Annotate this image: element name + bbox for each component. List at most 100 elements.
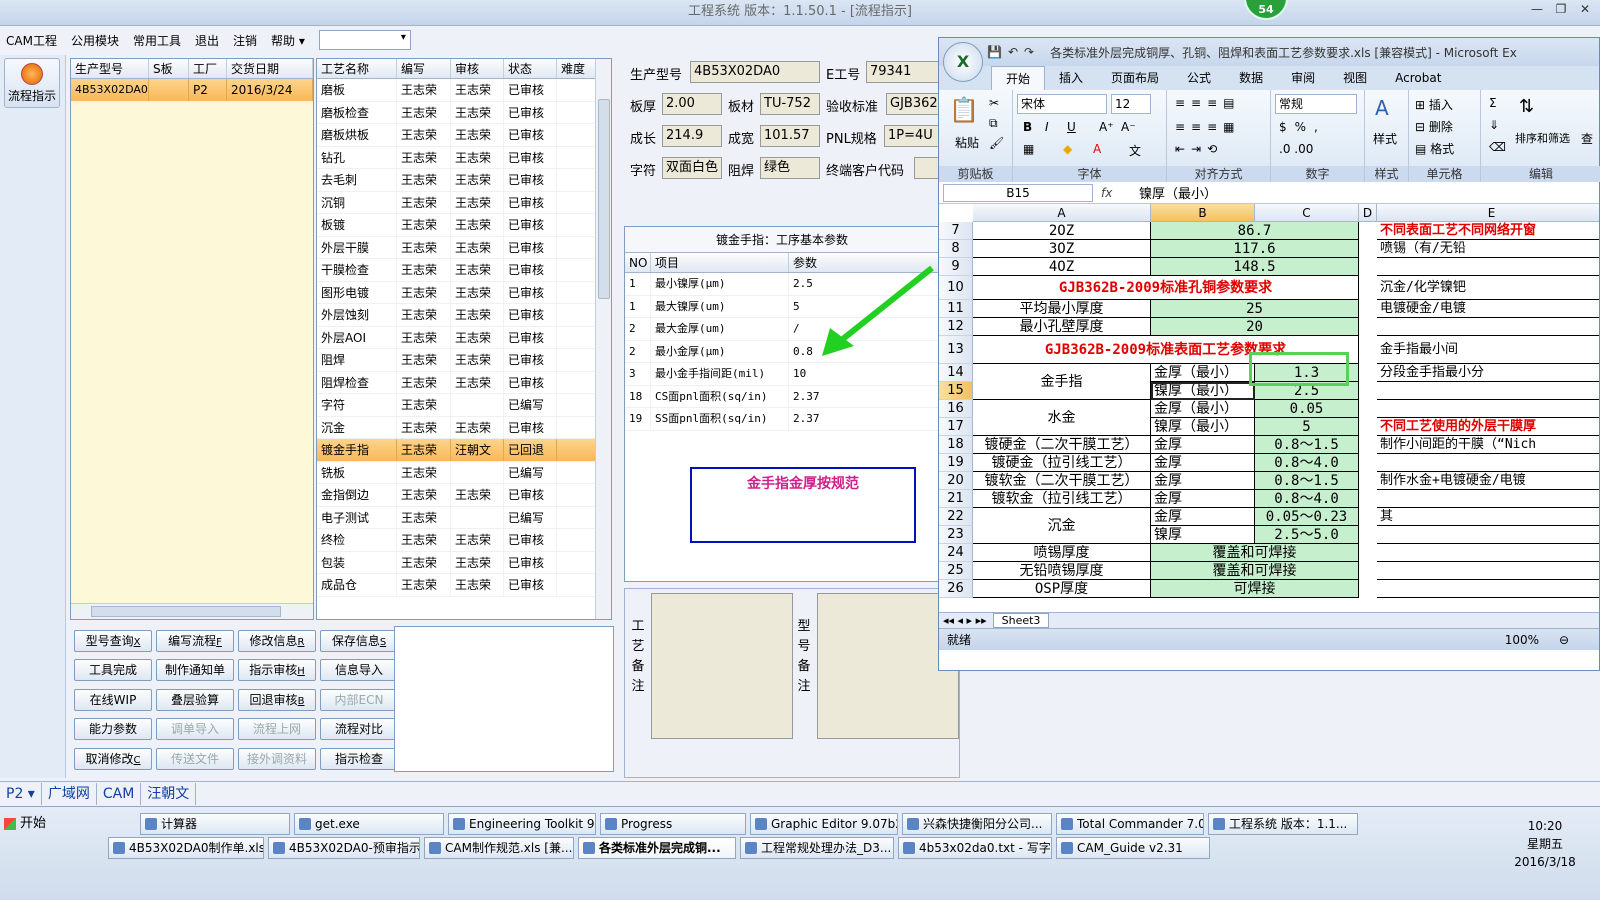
cell[interactable]: 镀软金（拉引线工艺） — [973, 490, 1151, 508]
cell[interactable] — [1377, 318, 1599, 336]
row-header[interactable]: 16 — [939, 400, 973, 418]
taskbar-item[interactable]: get.exe — [294, 813, 444, 835]
cell[interactable] — [1377, 382, 1599, 400]
align-icons-2[interactable]: ≡≡≡▦ — [1175, 120, 1241, 134]
table-row[interactable]: 磨板 王志荣 王志荣 已审核 — [317, 79, 611, 102]
start-button[interactable]: 开始 — [2, 813, 52, 835]
cell[interactable]: 镀软金（二次干膜工艺） — [973, 472, 1151, 490]
table-row[interactable]: 外层蚀刻 王志荣 王志荣 已审核 — [317, 304, 611, 327]
action-button[interactable]: 回退审核B — [238, 688, 316, 711]
table-row[interactable]: 成品仓 王志荣 王志荣 已审核 — [317, 574, 611, 597]
number-icons[interactable]: $%, — [1279, 120, 1326, 134]
insert-button[interactable]: ⊞ 插入 — [1415, 96, 1453, 113]
cell[interactable] — [1377, 544, 1599, 562]
cell[interactable]: 平均最小厚度 — [973, 300, 1151, 318]
table-row[interactable]: 外层AOI 王志荣 王志荣 已审核 — [317, 326, 611, 349]
table-row[interactable]: 板镀 王志荣 王志荣 已审核 — [317, 214, 611, 237]
underline-icon[interactable]: U — [1067, 120, 1076, 134]
cell[interactable] — [1377, 454, 1599, 472]
ribbon-tab[interactable]: 开始 — [991, 66, 1046, 90]
column-header[interactable]: B — [1151, 204, 1255, 222]
cell[interactable]: 金厚 — [1151, 508, 1255, 526]
cell[interactable]: 0.8～4.0 — [1255, 490, 1359, 508]
taskbar-item[interactable]: 各类标准外层完成铜... — [578, 837, 736, 859]
grow-font-icon[interactable]: A⁺ — [1099, 120, 1114, 134]
cut-icon[interactable]: ✂ — [989, 96, 999, 110]
col-header[interactable]: 生产型号 — [71, 59, 149, 78]
row-header[interactable]: 7 — [939, 222, 973, 240]
cell[interactable]: 电镀硬金/电镀 — [1377, 300, 1599, 318]
action-button[interactable]: 保存信息S — [320, 630, 398, 652]
table-row[interactable]: 图形电镀 王志荣 王志荣 已审核 — [317, 281, 611, 304]
action-button[interactable]: 在线WIP — [74, 688, 152, 711]
taskbar-item[interactable]: 计算器 — [140, 813, 290, 835]
row-header[interactable]: 18 — [939, 436, 973, 454]
sheet-nav-icon[interactable]: ◂◂ ◂ ▸ ▸▸ — [943, 614, 987, 627]
ribbon-tab[interactable]: 审阅 — [1277, 66, 1329, 90]
merged-cell[interactable]: 沉金 — [973, 508, 1151, 544]
cell[interactable]: 金厚 — [1151, 454, 1255, 472]
action-button[interactable]: 取消修改C — [74, 747, 152, 770]
cell[interactable]: 4OZ — [973, 258, 1151, 276]
sum-icon[interactable]: Σ — [1489, 96, 1497, 110]
cell[interactable]: 148.5 — [1151, 258, 1359, 276]
row-header[interactable]: 17 — [939, 418, 973, 436]
taskbar-item[interactable]: 工程系统 版本：1.1... — [1208, 813, 1358, 835]
table-row[interactable]: 沉铜 王志荣 王志荣 已审核 — [317, 191, 611, 214]
fill-icon[interactable]: ⇓ — [1489, 118, 1499, 132]
taskbar-item[interactable]: Progress — [600, 813, 746, 835]
action-button[interactable]: 修改信息R — [238, 630, 316, 652]
phonetic-icon[interactable]: 文 — [1129, 142, 1141, 159]
paste-icon[interactable]: 📋 — [949, 96, 979, 124]
number-format-select[interactable]: 常规 — [1275, 94, 1357, 114]
col-header[interactable]: 工艺名称 — [317, 59, 397, 78]
cell[interactable] — [1377, 258, 1599, 276]
std-field[interactable]: GJB362 — [886, 93, 942, 115]
cell[interactable]: 喷锡厚度 — [973, 544, 1151, 562]
cell[interactable]: 2OZ — [973, 222, 1151, 240]
cell[interactable]: OSP厚度 — [973, 580, 1151, 598]
merged-cell[interactable]: 水金 — [973, 400, 1151, 436]
ribbon-tab[interactable]: 数据 — [1225, 66, 1277, 90]
table-row[interactable]: 外层干膜 王志荣 王志荣 已审核 — [317, 236, 611, 259]
taskbar-item[interactable]: Total Commander 7.0 p... — [1056, 813, 1204, 835]
styles-icon[interactable]: A — [1375, 96, 1389, 120]
vertical-scrollbar[interactable] — [595, 59, 611, 619]
cell[interactable]: 覆盖和可焊接 — [1151, 544, 1359, 562]
taskbar-item[interactable]: 4B53X02DA0-预审指示... — [268, 837, 420, 859]
cell[interactable]: 0.05 — [1255, 400, 1359, 418]
save-icon[interactable]: 💾 — [987, 45, 1002, 59]
border-icon[interactable]: ▦ — [1023, 142, 1034, 156]
mask-field[interactable]: 绿色 — [760, 157, 820, 179]
action-button[interactable]: 信息导入 — [320, 659, 398, 682]
decimal-icons[interactable]: .0 .00 — [1279, 142, 1313, 156]
cell[interactable]: 20 — [1151, 318, 1359, 336]
wid-field[interactable]: 101.57 — [760, 125, 820, 147]
ribbon-tab[interactable]: 公式 — [1173, 66, 1225, 90]
row-header[interactable]: 11 — [939, 300, 973, 318]
merged-cell[interactable]: 金手指 — [973, 364, 1151, 400]
col-header[interactable]: 工厂 — [189, 59, 227, 78]
ribbon-tab[interactable]: 插入 — [1045, 66, 1097, 90]
row-header[interactable]: 26 — [939, 580, 973, 598]
cell[interactable]: 无铅喷锡厚度 — [973, 562, 1151, 580]
cell[interactable]: 5 — [1255, 418, 1359, 436]
sort-filter-button[interactable]: 排序和筛选 — [1515, 130, 1570, 146]
cell[interactable]: 3OZ — [973, 240, 1151, 258]
indent-icons[interactable]: ⇤⇥⟲ — [1175, 142, 1223, 156]
cell[interactable]: 0.8～4.0 — [1255, 454, 1359, 472]
row-header[interactable]: 23 — [939, 526, 973, 544]
action-button[interactable]: 制作通知单 — [156, 659, 234, 682]
taskbar-item[interactable]: CAM_Guide v2.31 — [1056, 837, 1210, 859]
col-header[interactable]: S板 — [149, 59, 189, 78]
cell[interactable]: 其 — [1377, 508, 1599, 526]
align-icons[interactable]: ≡≡≡▤ — [1175, 96, 1241, 110]
action-button[interactable]: 流程对比 — [320, 718, 398, 741]
zoom-out-icon[interactable]: ⊖ — [1559, 633, 1569, 647]
font-color-icon[interactable]: A — [1093, 142, 1101, 156]
row-header[interactable]: 10 — [939, 276, 973, 300]
spreadsheet-grid[interactable]: A B C D E 7 2OZ 86.7 不同表面工艺不同网络开窗 8 3OZ 117.6 喷锡（有/无… — [939, 204, 1599, 612]
action-button[interactable]: 传送文件 — [156, 747, 234, 770]
cell[interactable]: 镀硬金（拉引线工艺） — [973, 454, 1151, 472]
menu-tools[interactable]: 常用工具 — [133, 32, 181, 49]
